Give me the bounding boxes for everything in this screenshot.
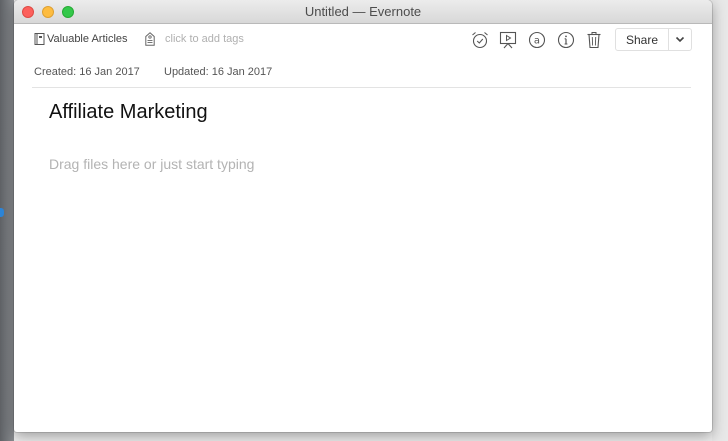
notebook-name: Valuable Articles <box>47 33 128 45</box>
share-control: Share <box>615 28 692 51</box>
chevron-down-icon <box>675 36 685 43</box>
updated-date: Updated: 16 Jan 2017 <box>164 66 273 78</box>
tag-placeholder: click to add tags <box>165 33 244 45</box>
svg-text:a: a <box>534 36 540 47</box>
note-body-editor[interactable]: Drag files here or just start typing <box>49 156 254 172</box>
note-info-button[interactable] <box>556 30 576 50</box>
background-app-edge <box>712 0 728 441</box>
note-toolbar: Valuable Articles click to add tags a Sh… <box>14 24 712 56</box>
reminder-button[interactable] <box>470 30 490 50</box>
share-options-button[interactable] <box>669 29 691 50</box>
info-icon <box>557 31 575 49</box>
background-app-indicator <box>0 208 4 217</box>
note-window: Untitled — Evernote Valuable Articles cl… <box>14 0 712 432</box>
notebook-selector[interactable]: Valuable Articles <box>34 33 128 45</box>
tag-icon <box>145 32 155 46</box>
present-icon <box>499 31 517 49</box>
note-title[interactable]: Affiliate Marketing <box>49 101 208 124</box>
share-button[interactable]: Share <box>616 29 669 50</box>
delete-note-button[interactable] <box>584 30 604 50</box>
presentation-button[interactable] <box>498 30 518 50</box>
reminder-icon <box>472 32 488 49</box>
work-chat-button[interactable]: a <box>527 30 547 50</box>
window-title: Untitled — Evernote <box>304 4 422 19</box>
trash-icon <box>587 32 601 49</box>
created-date: Created: 16 Jan 2017 <box>34 66 140 78</box>
at-mention-icon: a <box>528 31 546 49</box>
tag-input[interactable]: click to add tags <box>145 32 244 46</box>
notebook-icon <box>34 33 45 45</box>
header-divider <box>32 87 691 88</box>
title-bar[interactable]: Untitled — Evernote <box>14 0 712 24</box>
background-app-sidebar <box>0 0 14 441</box>
